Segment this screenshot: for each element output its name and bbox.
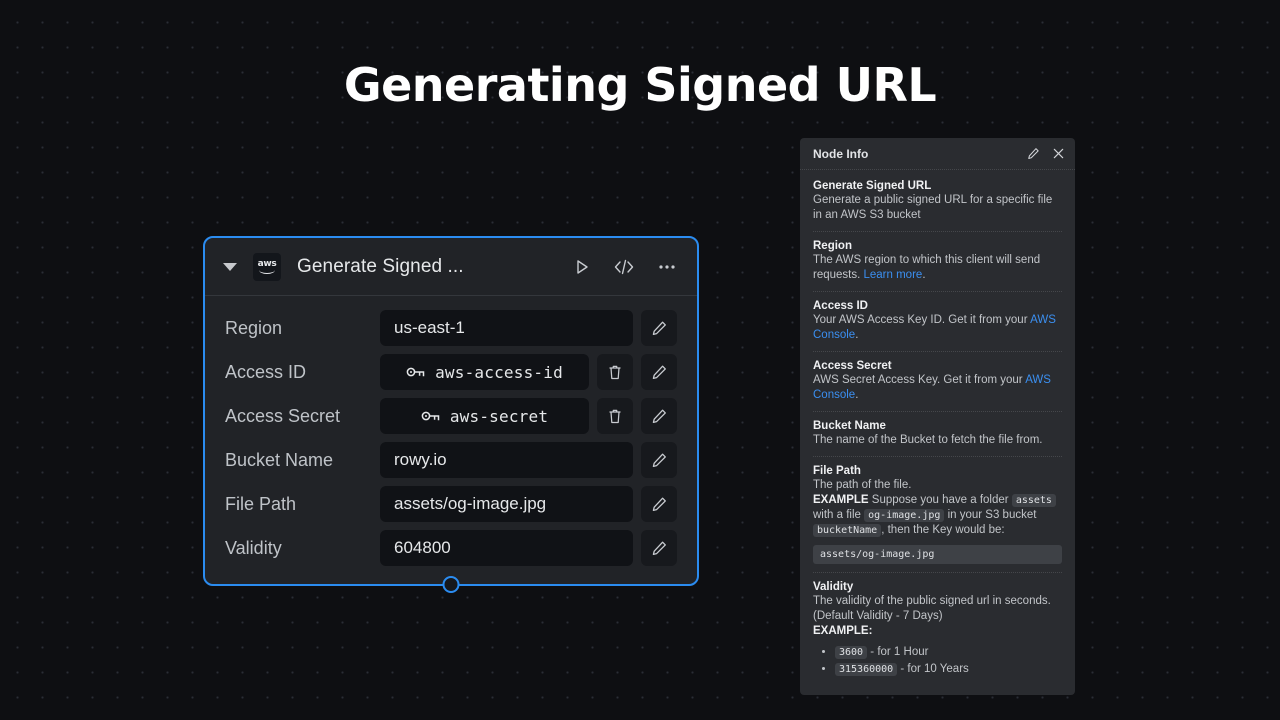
table-row: Validity 604800 [225,530,677,566]
section-overview: Generate Signed URL Generate a public si… [813,180,1062,231]
field-label-file-path: File Path [225,493,297,514]
section-title: Generate Signed URL [813,180,932,192]
section-bucket-name: Bucket Name The name of the Bucket to fe… [813,411,1062,456]
field-input-validity[interactable]: 604800 [380,530,633,566]
delete-access-id-button[interactable] [597,354,633,390]
panel-body: Generate Signed URL Generate a public si… [800,170,1075,695]
field-value-access-secret: aws-secret [449,406,549,426]
text-fragment: The AWS region to which this client will… [813,254,1041,281]
text-fragment: . [922,269,926,281]
text-fragment: , then the Key would be: [881,524,1005,536]
text-fragment: Suppose you have a folder [868,494,1012,506]
more-options-icon[interactable] [657,258,677,276]
text-fragment: AWS Secret Access Key. Get it from your [813,374,1026,386]
panel-header: Node Info [800,138,1075,170]
section-text: The name of the Bucket to fetch the file… [813,434,1043,446]
text-fragment: with a file [813,509,865,521]
section-text: The path of the file. EXAMPLE Suppose you… [813,478,1062,538]
learn-more-link[interactable]: Learn more [864,269,923,281]
workflow-node-generate-signed-url[interactable]: aws Generate Signed ... Region us-east-1… [203,236,699,593]
field-input-bucket-name[interactable]: rowy.io [380,442,633,478]
field-label-access-secret: Access Secret [225,405,341,426]
field-label-bucket-name: Bucket Name [225,449,334,470]
edit-bucket-name-button[interactable] [641,442,677,478]
table-row: Region us-east-1 [225,310,677,346]
list-item: 315360000 - for 10 Years [835,661,1062,678]
field-input-access-secret[interactable]: aws-secret [380,398,589,434]
inline-code: 3600 [835,646,868,659]
code-block-file-path: assets/og-image.jpg [813,545,1062,564]
text-fragment: . [855,329,859,341]
inline-code: assets [1011,494,1056,507]
caret-down-icon[interactable] [223,262,237,271]
text-fragment: . [855,389,859,401]
section-title: Access Secret [813,360,892,372]
edit-validity-button[interactable] [641,530,677,566]
section-region: Region The AWS region to which this clie… [813,231,1062,291]
list-item: 3600 - for 1 Hour [835,644,1062,661]
inline-code: bucketName [813,524,882,537]
section-text: The AWS region to which this client will… [813,253,1062,283]
node-fields: Region us-east-1 Access ID aws-access-id… [205,296,697,584]
delete-access-secret-button[interactable] [597,398,633,434]
panel-title: Node Info [813,146,869,161]
text-fragment: The validity of the public signed url in… [813,595,1051,622]
text-fragment: - for 10 Years [897,663,969,675]
section-title: Region [813,240,852,252]
table-row: Access ID aws-access-id [225,354,677,390]
node-output-handle[interactable] [442,576,460,593]
section-title: Validity [813,581,854,593]
inline-code: 315360000 [835,663,898,676]
node-header: aws Generate Signed ... [205,238,697,296]
text-fragment: The path of the file. [813,479,912,491]
field-input-region[interactable]: us-east-1 [380,310,633,346]
section-title: Bucket Name [813,420,886,432]
section-text: AWS Secret Access Key. Get it from your … [813,373,1062,403]
field-label-validity: Validity [225,537,282,558]
section-text: The validity of the public signed url in… [813,594,1062,639]
table-row: Access Secret aws-secret [225,398,677,434]
section-title: File Path [813,465,861,477]
edit-access-secret-button[interactable] [641,398,677,434]
section-access-secret: Access Secret AWS Secret Access Key. Get… [813,351,1062,411]
aws-logo-icon: aws [253,252,281,281]
field-input-access-id[interactable]: aws-access-id [380,354,589,390]
text-fragment: in your S3 bucket [944,509,1037,521]
key-icon [421,409,440,423]
field-value-access-id: aws-access-id [435,362,563,382]
pencil-icon[interactable] [1027,147,1040,160]
example-label: EXAMPLE: [813,625,873,637]
field-label-region: Region [225,317,283,338]
flow-canvas[interactable]: Generating Signed URL aws Generate Signe… [0,0,1280,720]
field-label-access-id: Access ID [225,361,307,382]
inline-code: og-image.jpg [864,509,945,522]
play-icon[interactable] [573,258,591,276]
close-icon[interactable] [1052,147,1065,160]
node-info-panel: Node Info Generate Signed URL Generate a… [800,138,1075,695]
section-text: Your AWS Access Key ID. Get it from your… [813,313,1062,343]
section-validity: Validity The validity of the public sign… [813,572,1062,686]
section-text: Generate a public signed URL for a speci… [813,194,1053,221]
example-label: EXAMPLE [813,494,869,506]
section-file-path: File Path The path of the file. EXAMPLE S… [813,456,1062,572]
edit-access-id-button[interactable] [641,354,677,390]
field-input-file-path[interactable]: assets/og-image.jpg [380,486,633,522]
section-access-id: Access ID Your AWS Access Key ID. Get it… [813,291,1062,351]
edit-region-button[interactable] [641,310,677,346]
table-row: Bucket Name rowy.io [225,442,677,478]
page-title: Generating Signed URL [343,58,937,112]
node-title: Generate Signed ... [297,255,464,277]
text-fragment: - for 1 Hour [867,646,929,658]
table-row: File Path assets/og-image.jpg [225,486,677,522]
key-icon [406,365,425,379]
section-title: Access ID [813,300,868,312]
text-fragment: Your AWS Access Key ID. Get it from your [813,314,1031,326]
validity-examples-list: 3600 - for 1 Hour 315360000 - for 10 Yea… [835,644,1062,678]
code-brackets-icon[interactable] [613,258,635,276]
edit-file-path-button[interactable] [641,486,677,522]
